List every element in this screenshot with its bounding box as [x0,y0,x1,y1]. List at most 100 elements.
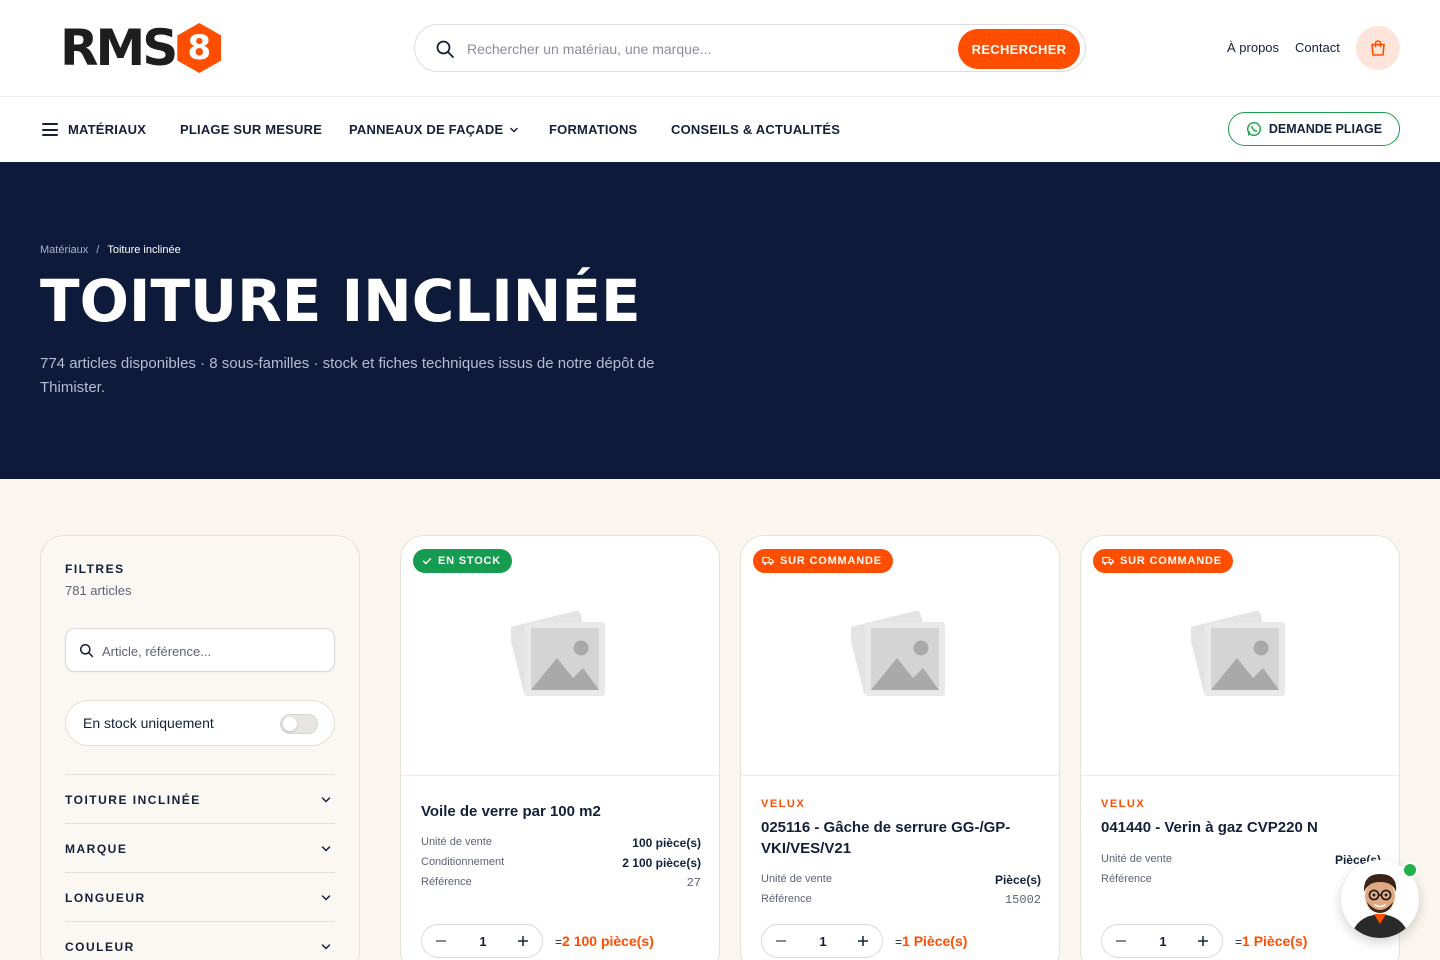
filters-panel: FILTRES 781 articles En stock uniquement… [40,535,360,960]
stock-only-filter[interactable]: En stock uniquement [65,700,335,746]
product-image[interactable]: SUR COMMANDE [1081,536,1399,776]
search-button[interactable]: RECHERCHER [958,29,1080,69]
spec-row: Référence 15002 [761,893,1041,907]
spec-value: Pièce(s) [994,873,1041,887]
quantity-stepper: 1 [1101,924,1223,958]
filter-section-couleur[interactable]: COULEUR [65,921,335,960]
nav-label: PANNEAUX DE FAÇADE [349,122,504,137]
filter-section-marque[interactable]: MARQUE [65,823,335,872]
quantity-total: =1 Pièce(s) [1235,933,1307,949]
spec-row: Unité de vente 100 pièce(s) [421,836,701,850]
demande-pliage-label: DEMANDE PLIAGE [1268,122,1383,136]
spec-value: 2 100 pièce(s) [622,856,701,870]
about-link[interactable]: À propos [1227,40,1279,55]
total-equals: = [895,935,903,949]
spec-label: Référence [421,876,472,888]
whatsapp-icon [1246,121,1261,137]
nav-pliage-sur-mesure[interactable]: PLIAGE SUR MESURE [180,122,322,137]
image-placeholder-icon [511,610,605,696]
contact-link[interactable]: Contact [1295,40,1340,55]
product-name[interactable]: 041440 - Verin à gaz CVP220 N [1101,817,1381,838]
quantity-total: =1 Pièce(s) [895,933,967,949]
total-value: 1 Pièce(s) [1242,933,1308,949]
hamburger-icon [42,123,58,136]
product-card[interactable]: EN STOCK Voile de verre par 100 m2 Unité… [400,535,720,960]
check-icon [422,558,432,565]
total-equals: = [1235,935,1243,949]
filter-section-longueur[interactable]: LONGUEUR [65,872,335,921]
product-card[interactable]: SUR COMMANDE VELUX 025116 - Gâche de ser… [740,535,1060,960]
filter-section-toiture-inclinee[interactable]: TOITURE INCLINÉE [65,774,335,823]
quantity-stepper: 1 [761,924,883,958]
nav-label: MATÉRIAUX [68,122,147,137]
spec-value: 27 [686,876,701,890]
page-title: TOITURE INCLINÉE [40,267,641,335]
total-value: 1 Pièce(s) [902,933,968,949]
main-nav: MATÉRIAUX PLIAGE SUR MESURE PANNEAUX DE … [0,97,1440,162]
chevron-down-icon [321,797,331,803]
nav-panneaux-facade[interactable]: PANNEAUX DE FAÇADE [349,122,519,137]
top-header: RMS 8 RECHERCHER À propos Contact [0,0,1440,97]
breadcrumb: Matériaux / Toiture inclinée [40,244,181,256]
nav-materiaux[interactable]: MATÉRIAUX [42,122,146,137]
breadcrumb-current: Toiture inclinée [107,244,181,256]
stock-badge: EN STOCK [413,549,513,573]
badge-label: SUR COMMANDE [780,555,882,567]
spec-label: Conditionnement [421,856,505,868]
spec-label: Unité de vente [421,836,492,848]
nav-conseils-actualites[interactable]: CONSEILS & ACTUALITÉS [671,122,840,137]
quantity-stepper: 1 [421,924,543,958]
spec-row: Référence 1 [1101,873,1381,887]
demande-pliage-button[interactable]: DEMANDE PLIAGE [1228,112,1400,146]
total-value: 2 100 pièce(s) [562,933,654,949]
site-logo[interactable]: RMS 8 [60,22,222,74]
plus-icon[interactable] [1195,933,1211,949]
order-badge: SUR COMMANDE [1093,549,1233,573]
image-placeholder-icon [1191,610,1285,696]
page-subtitle: 774 articles disponibles · 8 sous-famill… [40,355,655,396]
image-placeholder-icon [851,610,945,696]
filter-section-label: MARQUE [65,842,128,856]
spec-value: 100 pièce(s) [632,836,701,850]
chevron-down-icon [510,127,519,133]
plus-icon[interactable] [855,933,871,949]
product-name[interactable]: Voile de verre par 100 m2 [421,801,701,822]
breadcrumb-materiaux[interactable]: Matériaux [40,244,88,256]
truck-icon [1102,556,1114,565]
search-bar: RECHERCHER [414,24,1086,72]
search-icon [79,643,94,658]
total-equals: = [555,935,563,949]
filters-article-count: 781 articles [65,583,132,598]
online-status-dot [1402,862,1418,878]
stock-only-label: En stock uniquement [83,715,214,731]
spec-label: Unité de vente [1101,853,1172,865]
bag-icon [1371,40,1385,56]
badge-label: SUR COMMANDE [1120,555,1222,567]
product-image[interactable]: SUR COMMANDE [741,536,1059,776]
chevron-down-icon [321,846,331,852]
product-brand: VELUX [761,798,806,810]
stock-only-toggle[interactable] [280,714,318,734]
logo-hex-mark: 8 [177,23,222,73]
nav-formations[interactable]: FORMATIONS [549,122,637,137]
chevron-down-icon [321,944,331,950]
spec-value: 15002 [1004,893,1041,907]
filter-section-label: TOITURE INCLINÉE [65,793,201,807]
product-brand: VELUX [1101,798,1146,810]
truck-icon [762,556,774,565]
filter-search-input[interactable] [102,641,322,661]
spec-row: Référence 27 [421,876,701,890]
badge-label: EN STOCK [438,555,502,567]
plus-icon[interactable] [515,933,531,949]
spec-label: Référence [761,893,812,905]
breadcrumb-separator: / [96,244,100,256]
product-image[interactable]: EN STOCK [401,536,719,776]
cart-button[interactable] [1356,26,1400,70]
spec-row: Unité de vente Pièce(s) [761,873,1041,887]
filter-search-box [65,628,335,672]
product-name[interactable]: 025116 - Gâche de serrure GG-/GP-VKI/VES… [761,817,1041,859]
quantity-total: =2 100 pièce(s) [555,933,654,949]
spec-row: Conditionnement 2 100 pièce(s) [421,856,701,870]
search-input[interactable] [467,37,947,61]
filter-section-label: LONGUEUR [65,891,146,905]
